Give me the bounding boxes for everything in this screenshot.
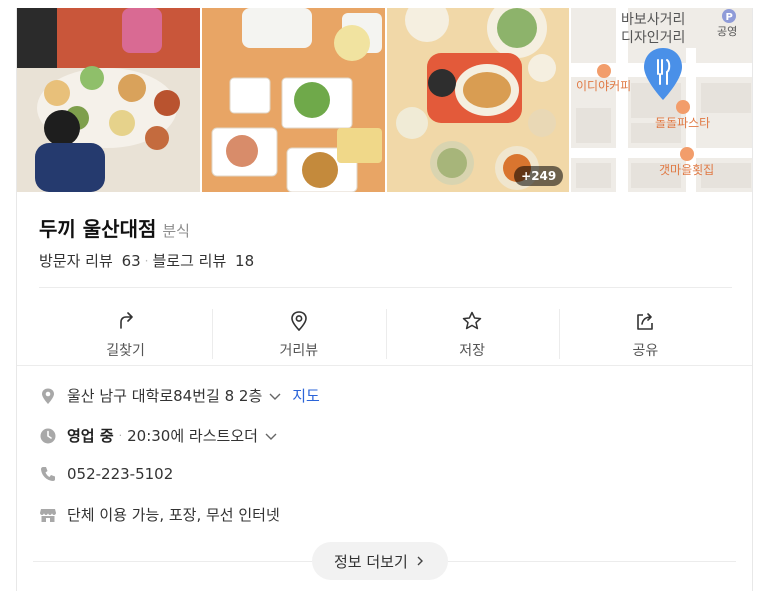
map-label-pasta: 돌돌파스타 bbox=[655, 116, 710, 130]
photo-3[interactable]: +249 bbox=[386, 8, 570, 192]
visitor-review-label: 방문자 리뷰 bbox=[39, 252, 113, 270]
hours-row[interactable]: 영업 중 · 20:30에 라스트오더 bbox=[39, 425, 278, 446]
map-label-raw-fish: 갯마을횟집 bbox=[659, 163, 714, 177]
more-info-label: 정보 더보기 bbox=[334, 552, 408, 571]
location-pin-outline-icon bbox=[291, 311, 307, 332]
address-row: 울산 남구 대학로84번길 8 2층 지도 bbox=[39, 385, 320, 406]
photo-2[interactable] bbox=[201, 8, 385, 192]
street-view-button[interactable]: 거리뷰 bbox=[212, 296, 385, 374]
share-icon bbox=[637, 313, 654, 330]
clock-icon bbox=[39, 427, 57, 445]
section-divider bbox=[17, 365, 752, 366]
phone-number[interactable]: 052-223-5102 bbox=[67, 465, 173, 483]
address-chevron-down-icon[interactable] bbox=[268, 389, 282, 403]
share-label: 공유 bbox=[632, 343, 659, 359]
action-bar: 길찾기 거리뷰 저장 공유 bbox=[39, 296, 732, 374]
chevron-right-icon bbox=[417, 556, 423, 566]
divider bbox=[39, 287, 732, 288]
phone-icon bbox=[39, 465, 57, 483]
photo-1[interactable] bbox=[17, 8, 200, 192]
hours-chevron-down-icon[interactable] bbox=[264, 429, 278, 443]
map-label-parking: 공영 bbox=[717, 25, 737, 38]
directions-label: 길찾기 bbox=[106, 343, 145, 359]
place-name[interactable]: 두끼 울산대점 bbox=[39, 213, 156, 242]
save-button[interactable]: 저장 bbox=[385, 296, 559, 374]
open-status: 영업 중 bbox=[67, 427, 114, 445]
amenities-text: 단체 이용 가능, 포장, 무선 인터넷 bbox=[67, 506, 280, 524]
map-thumbnail[interactable]: 바보사거리 디자인거리 P 공영 이디야커피 돌돌파스타 갯마을횟집 bbox=[571, 8, 752, 192]
photo-strip: +249 바보사거리 디자인거리 P 공영 이디야커피 돌돌파스타 갯마을횟집 bbox=[17, 8, 752, 192]
directions-button[interactable]: 길찾기 bbox=[39, 296, 212, 374]
street-view-label: 거리뷰 bbox=[279, 343, 319, 359]
visitor-review-link[interactable]: 방문자 리뷰 63 bbox=[39, 250, 141, 271]
title-row: 두끼 울산대점 분식 bbox=[39, 213, 190, 242]
location-icon bbox=[39, 387, 57, 405]
save-label: 저장 bbox=[459, 343, 485, 359]
amenities-row: 단체 이용 가능, 포장, 무선 인터넷 bbox=[39, 504, 280, 525]
photo-count-badge[interactable]: +249 bbox=[514, 166, 564, 186]
last-order-text: 20:30에 라스트오더 bbox=[127, 427, 258, 445]
hours-separator: · bbox=[118, 429, 123, 442]
map-label-street: 바보사거리 bbox=[621, 12, 685, 28]
parking-icon: P bbox=[726, 12, 733, 23]
more-info-button[interactable]: 정보 더보기 bbox=[312, 542, 448, 580]
visitor-review-count: 63 bbox=[121, 252, 141, 270]
blog-review-label: 블로그 리뷰 bbox=[152, 252, 227, 270]
review-separator: · bbox=[144, 253, 149, 268]
blog-review-link[interactable]: 블로그 리뷰 18 bbox=[152, 250, 254, 271]
phone-row: 052-223-5102 bbox=[39, 465, 173, 483]
share-button[interactable]: 공유 bbox=[558, 296, 732, 374]
blog-review-count: 18 bbox=[235, 252, 255, 270]
star-icon bbox=[462, 311, 482, 330]
address-text: 울산 남구 대학로84번길 8 2층 bbox=[67, 387, 263, 405]
map-label-cafe: 이디야커피 bbox=[576, 79, 631, 93]
place-category: 분식 bbox=[162, 222, 190, 240]
place-card: +249 바보사거리 디자인거리 P 공영 이디야커피 돌돌파스타 갯마을횟집 … bbox=[16, 8, 753, 591]
map-link[interactable]: 지도 bbox=[292, 385, 320, 406]
map-label-district: 디자인거리 bbox=[621, 30, 685, 46]
review-summary: 방문자 리뷰 63 · 블로그 리뷰 18 bbox=[39, 250, 254, 271]
store-icon bbox=[39, 506, 57, 524]
directions-icon bbox=[119, 312, 133, 329]
